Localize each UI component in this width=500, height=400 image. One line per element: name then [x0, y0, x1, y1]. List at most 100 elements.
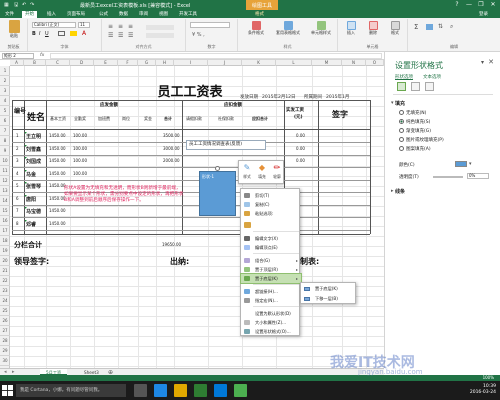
menu-item-size-properties[interactable]: 大小和属性(Z)... [241, 318, 301, 327]
cell-name[interactable]: 刘雪鑫 [26, 146, 41, 153]
cell-name[interactable]: 王立明 [26, 133, 41, 140]
row-header[interactable]: 23 [0, 286, 10, 296]
row-header[interactable]: 8 [0, 136, 10, 146]
cell-id[interactable]: 5 [16, 183, 19, 188]
cell-base-salary[interactable]: 1450.00 [49, 133, 66, 138]
formula-input[interactable] [50, 53, 382, 59]
sign-in-link[interactable]: 登录 [476, 11, 491, 18]
fill-option-solid[interactable]: 纯色填充(S) [399, 119, 430, 125]
column-header[interactable]: O [366, 60, 384, 66]
cell-id[interactable]: 4 [16, 171, 19, 176]
submenu-send-to-back[interactable]: 置于底层(K) [301, 284, 357, 294]
menu-item-copy[interactable]: 复制(C) [241, 200, 301, 209]
row-header[interactable]: 20 [0, 256, 10, 266]
currency-icon[interactable]: ¥ % , [192, 32, 205, 38]
row-header[interactable]: 11 [0, 166, 10, 176]
row-header[interactable]: 14 [0, 196, 10, 206]
row-header[interactable]: 12 [0, 176, 10, 186]
align-center-icon[interactable]: ☰ [118, 32, 123, 39]
cell-id[interactable]: 2 [16, 146, 19, 151]
menu-item-group[interactable]: 组合(G) ▸ [241, 256, 301, 265]
section-line[interactable]: 线条 [395, 188, 405, 195]
cell-name[interactable]: 刘国成 [26, 158, 41, 165]
row-header[interactable]: 18 [0, 236, 10, 246]
column-header[interactable]: H [156, 60, 174, 66]
cell-id[interactable]: 7 [16, 208, 19, 213]
fill-icon[interactable] [426, 24, 433, 30]
column-header[interactable]: C [46, 60, 70, 66]
font-color-icon[interactable]: A [82, 30, 86, 37]
align-middle-icon[interactable]: ≡ [118, 23, 123, 30]
row-header[interactable]: 27 [0, 326, 10, 336]
cell-attendance-bonus[interactable]: 100.00 [73, 171, 87, 176]
edge-browser-icon[interactable] [154, 384, 167, 397]
store-icon[interactable] [214, 384, 227, 397]
row-header[interactable]: 28 [0, 336, 10, 346]
column-header[interactable]: L [276, 60, 312, 66]
cell-attendance-bonus[interactable]: 100.00 [73, 146, 87, 151]
paste-option-button[interactable] [241, 220, 301, 229]
cell-name[interactable]: 唐阳 [26, 196, 36, 203]
row-header[interactable]: 25 [0, 306, 10, 316]
cell-id[interactable]: 8 [16, 221, 19, 226]
column-header[interactable]: A [10, 60, 24, 66]
insert-cells-button[interactable]: 插入 [341, 21, 361, 36]
align-left-icon[interactable]: ☰ [108, 32, 113, 39]
merge-center-button[interactable] [146, 33, 174, 38]
column-header[interactable]: K [242, 60, 276, 66]
fill-option-pattern[interactable]: 图案填充(A) [399, 146, 431, 152]
menu-item-hyperlink[interactable]: 超链接(H)... [241, 287, 301, 296]
row-header[interactable]: 10 [0, 156, 10, 166]
cell-id[interactable]: 6 [16, 196, 19, 201]
column-header[interactable]: N [342, 60, 366, 66]
submenu-send-backward[interactable]: 下移一层(B) [301, 294, 357, 304]
feedback-textbox[interactable]: 员工工资情况调查表(反馈) [186, 140, 266, 150]
cell-actual[interactable]: 0.00 [296, 133, 305, 138]
row-header[interactable]: 17 [0, 226, 10, 236]
close-button[interactable]: ✕ [488, 1, 498, 9]
row-header[interactable]: 5 [0, 106, 10, 116]
tab-home[interactable]: 开始 [22, 11, 37, 18]
cell-id[interactable]: 3 [16, 158, 19, 163]
border-icon[interactable] [58, 31, 65, 36]
fill-option-picture[interactable]: 图片或纹理填充(P) [399, 137, 444, 143]
cell-base-salary[interactable]: 1450.00 [49, 208, 66, 213]
tab-file[interactable]: 文件 [2, 11, 17, 18]
pane-close-icon[interactable]: ✕ [488, 58, 494, 66]
wrap-text-button[interactable] [146, 25, 174, 30]
pane-dropdown-icon[interactable]: ▾ [481, 59, 484, 66]
tab-format[interactable]: 格式 [252, 11, 267, 18]
cell-base-salary[interactable]: 1450.00 [49, 221, 66, 226]
tab-shape-options[interactable]: 形状选项 [395, 74, 413, 80]
effects-icon[interactable] [411, 82, 420, 91]
cell-attendance-bonus[interactable]: 100.00 [73, 133, 87, 138]
cell-styles-button[interactable]: 单元格样式 [306, 21, 336, 36]
italic-icon[interactable]: I [39, 31, 40, 37]
worksheet-grid[interactable]: ABCDEFGHIJKLMNO 1 2 3 4 5 6 7 8 9 10 11 12 13 14 15 16 1… [0, 60, 384, 368]
windows-start-icon[interactable] [2, 385, 13, 396]
fill-color-icon[interactable] [70, 31, 77, 36]
delete-cells-button[interactable]: 删除 [363, 21, 383, 36]
cell-actual[interactable]: 0.00 [296, 158, 305, 163]
cell-base-salary[interactable]: 1450.00 [49, 146, 66, 151]
maximize-button[interactable]: ❐ [476, 1, 486, 9]
column-header[interactable]: E [94, 60, 118, 66]
cell-actual[interactable]: 0.00 [296, 146, 305, 151]
row-header[interactable]: 3 [0, 86, 10, 96]
cell-id[interactable]: 1 [16, 133, 19, 138]
outline-button[interactable]: ✏ 轮廓 [270, 163, 284, 180]
menu-item-bring-front[interactable]: 置于顶层(R) ▸ [241, 265, 301, 274]
cell-base-salary[interactable]: 1450.00 [49, 171, 66, 176]
help-button[interactable]: ? [452, 1, 462, 9]
cell-name[interactable]: 马宝德 [26, 208, 41, 215]
fill-color-swatch[interactable] [455, 161, 467, 167]
column-header[interactable]: F [118, 60, 138, 66]
autosum-icon[interactable]: Σ [414, 23, 418, 31]
number-format-select[interactable] [190, 22, 230, 28]
task-view-icon[interactable] [134, 384, 147, 397]
color-dropdown-icon[interactable]: ▾ [469, 161, 472, 167]
file-explorer-icon[interactable] [174, 384, 187, 397]
fill-option-gradient[interactable]: 渐变填充(G) [399, 128, 431, 134]
cell-total[interactable]: 3500.00 [163, 133, 180, 138]
column-header[interactable]: B [24, 60, 46, 66]
